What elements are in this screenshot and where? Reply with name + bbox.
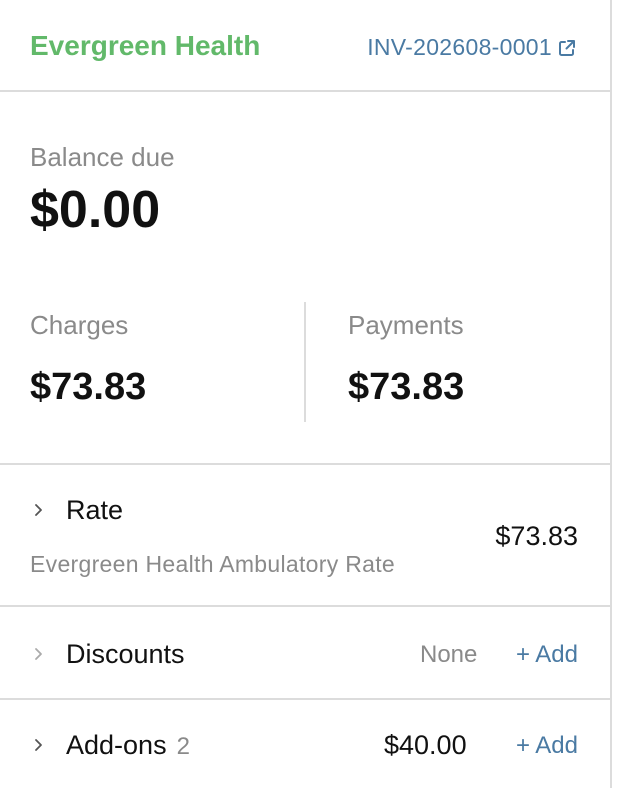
addons-amount: $40.00 xyxy=(384,730,467,760)
addons-count: 2 xyxy=(176,733,190,760)
chevron-right-icon[interactable] xyxy=(32,647,46,661)
external-link-icon xyxy=(558,39,576,57)
invoice-panel: Evergreen Health INV-202608-0001 Balance… xyxy=(0,0,612,788)
rate-amount: $73.83 xyxy=(495,521,578,551)
rate-description: Evergreen Health Ambulatory Rate xyxy=(30,551,396,577)
balance-due-value: $0.00 xyxy=(30,181,161,239)
payments-label: Payments xyxy=(348,310,464,340)
addons-title-wrap: Add-ons 2 xyxy=(66,730,190,761)
addons-title: Add-ons xyxy=(66,730,167,760)
invoice-number: INV-202608-0001 xyxy=(367,34,552,60)
charges-value: $73.83 xyxy=(30,366,147,408)
balance-summary: Balance due $0.00 Charges $73.83 Payment… xyxy=(0,92,610,465)
panel-header: Evergreen Health INV-202608-0001 xyxy=(0,0,610,92)
balance-due-label: Balance due xyxy=(30,142,175,172)
summary-divider xyxy=(304,302,306,422)
add-discount-button[interactable]: + Add xyxy=(516,641,578,669)
discounts-row[interactable]: Discounts None + Add xyxy=(0,607,610,700)
chevron-right-icon[interactable] xyxy=(32,503,46,517)
add-addon-button[interactable]: + Add xyxy=(516,732,578,760)
charges-label: Charges xyxy=(30,310,129,340)
rate-title: Rate xyxy=(66,495,124,525)
rate-row[interactable]: Rate Evergreen Health Ambulatory Rate $7… xyxy=(0,465,610,607)
brand-name: Evergreen Health xyxy=(30,30,261,61)
discounts-status: None xyxy=(420,641,478,668)
chevron-right-icon[interactable] xyxy=(32,738,46,752)
addons-row[interactable]: Add-ons 2 $40.00 + Add xyxy=(0,700,610,788)
payments-value: $73.83 xyxy=(348,366,465,408)
invoice-number-link[interactable]: INV-202608-0001 xyxy=(367,34,576,61)
discounts-title: Discounts xyxy=(66,639,185,669)
